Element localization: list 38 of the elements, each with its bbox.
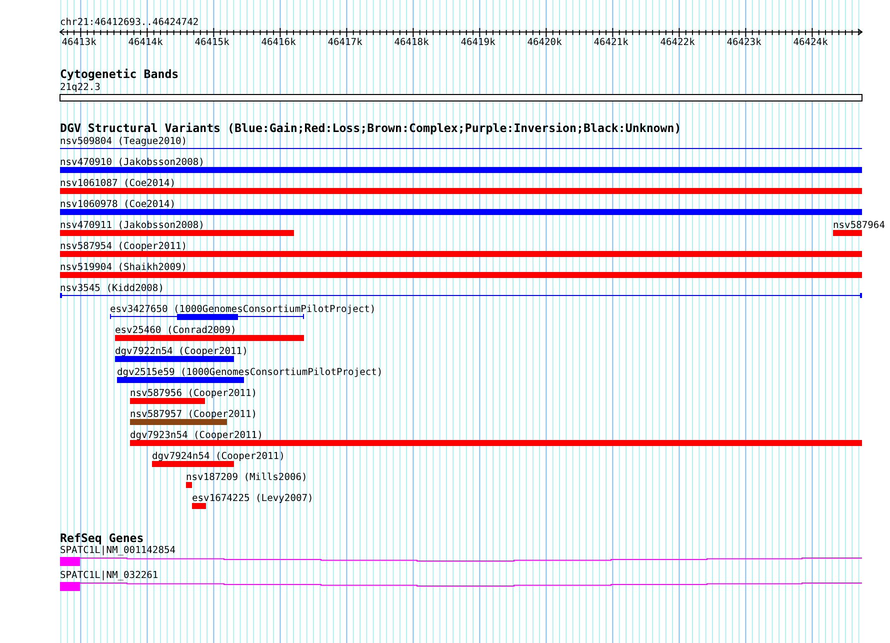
tick-label: 46419k (460, 37, 496, 48)
tick-label: 46422k (660, 37, 695, 48)
track-title: Cytogenetic Bands (60, 67, 179, 81)
variant-label: dgv7924n54 (Cooper2011) (152, 451, 285, 462)
variant-label: esv25460 (Conrad2009) (115, 325, 236, 336)
tick-label: 46414k (128, 37, 163, 48)
gene-label: SPATC1L|NM_001142854 (60, 545, 176, 556)
variant-label: nsv187209 (Mills2006) (186, 472, 308, 483)
variant-label: nsv587956 (Cooper2011) (130, 388, 258, 399)
tick-label: 46424k (793, 37, 828, 48)
variant-label: nsv1060978 (Coe2014) (60, 199, 176, 210)
variant-label: esv1674225 (Levy2007) (192, 493, 314, 504)
variant-label: nsv509804 (Teague2010) (60, 136, 188, 147)
tick-label: 46417k (328, 37, 362, 48)
gene-label: SPATC1L|NM_032261 (60, 570, 158, 581)
region-label: chr21:46412693..46424742 (60, 17, 199, 28)
tick-label: 46421k (594, 37, 628, 48)
variant-label: nsv3545 (Kidd2008) (60, 283, 164, 294)
variant-label: nsv470911 (Jakobsson2008) (60, 220, 204, 231)
variant-label: nsv519904 (Shaikh2009) (60, 262, 188, 273)
variant-label: dgv7923n54 (Cooper2011) (130, 430, 263, 441)
tick-label: 46416k (261, 37, 296, 48)
tick-label: 46420k (527, 37, 562, 48)
track-title: RefSeq Genes (60, 531, 144, 545)
variant-label: nsv587964 (833, 220, 885, 231)
variant-label: dgv7922n54 (Cooper2011) (115, 346, 248, 357)
tick-label: 46413k (62, 37, 96, 48)
tick-label: 46418k (394, 37, 429, 48)
tick-label: 46415k (194, 37, 230, 48)
variant-label: esv3427650 (1000GenomesConsortiumPilotProject) (110, 304, 376, 315)
variant-label: nsv470910 (Jakobsson2008) (60, 157, 204, 168)
variant-label: nsv587957 (Cooper2011) (130, 409, 258, 420)
variant-label: dgv2515e59 (1000GenomesConsortiumPilotProject) (117, 367, 383, 378)
variant-label: nsv587954 (Cooper2011) (60, 241, 188, 252)
band-label: 21q22.3 (60, 82, 100, 93)
tick-label: 46423k (726, 37, 762, 48)
track-title: DGV Structural Variants (Blue:Gain;Red:Loss;Brown:Complex;Purple:Inversion;Black:Unknown) (60, 121, 682, 135)
variant-label: nsv1061087 (Coe2014) (60, 178, 176, 189)
